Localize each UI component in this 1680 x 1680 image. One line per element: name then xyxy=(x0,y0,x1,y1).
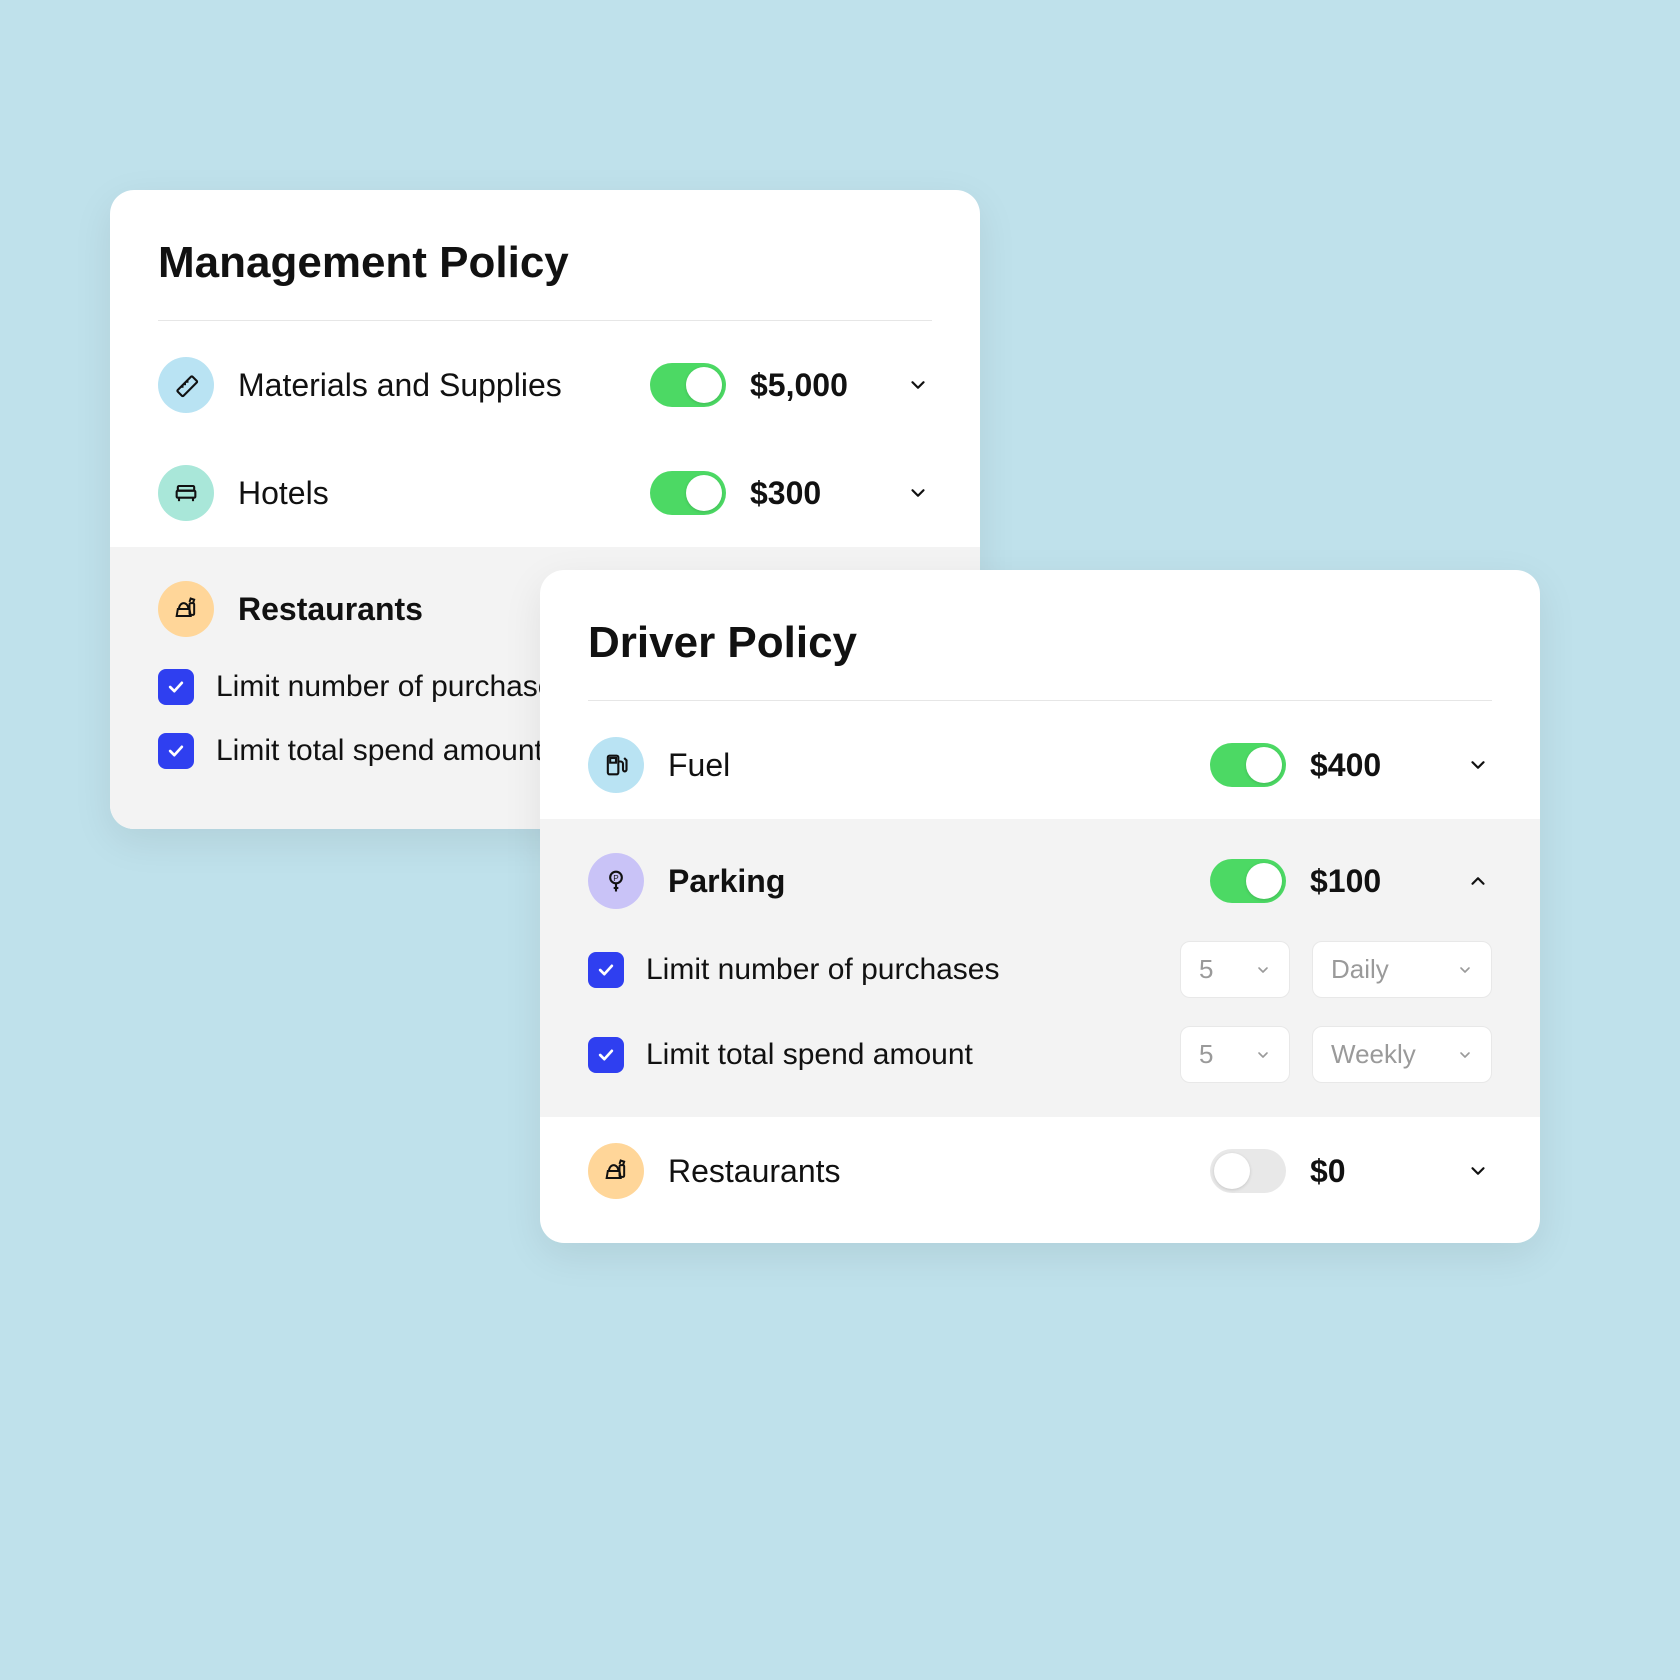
category-label: Fuel xyxy=(668,747,1186,784)
chevron-down-icon xyxy=(1255,1047,1271,1063)
fuel-pump-icon xyxy=(588,737,644,793)
chevron-down-icon[interactable] xyxy=(1464,754,1492,776)
checkbox-limit-spend[interactable] xyxy=(588,1037,624,1073)
toggle-materials[interactable] xyxy=(650,363,726,407)
category-label: Materials and Supplies xyxy=(238,367,626,404)
select-value: Daily xyxy=(1331,954,1389,985)
select-spend-count[interactable]: 5 xyxy=(1180,1026,1290,1083)
category-row-fuel: Fuel $400 xyxy=(540,701,1540,819)
driver-policy-title: Driver Policy xyxy=(540,570,1540,700)
expanded-parking: P Parking $100 Limit number of purchases… xyxy=(540,819,1540,1117)
checkbox-limit-spend[interactable] xyxy=(158,733,194,769)
amount-fuel: $400 xyxy=(1310,747,1440,784)
ruler-icon xyxy=(158,357,214,413)
chevron-down-icon[interactable] xyxy=(904,374,932,396)
select-value: Weekly xyxy=(1331,1039,1416,1070)
chevron-down-icon xyxy=(1457,1047,1473,1063)
chevron-down-icon[interactable] xyxy=(1464,1160,1492,1182)
amount-restaurants: $0 xyxy=(1310,1153,1440,1190)
limit-purchases-label: Limit number of purchases xyxy=(646,953,1158,987)
limit-spend-row: Limit total spend amount 5 Weekly xyxy=(540,1012,1540,1117)
toggle-hotels[interactable] xyxy=(650,471,726,515)
category-row-restaurants: Restaurants $0 xyxy=(540,1117,1540,1243)
category-label: Hotels xyxy=(238,475,626,512)
limit-spend-label: Limit total spend amount xyxy=(646,1038,1158,1072)
category-label: Restaurants xyxy=(668,1153,1186,1190)
food-icon xyxy=(588,1143,644,1199)
toggle-parking[interactable] xyxy=(1210,859,1286,903)
chevron-up-icon[interactable] xyxy=(1464,870,1492,892)
food-icon xyxy=(158,581,214,637)
category-row-materials: Materials and Supplies $5,000 xyxy=(110,321,980,439)
amount-hotels: $300 xyxy=(750,475,880,512)
category-row-parking: P Parking $100 xyxy=(540,819,1540,927)
parking-meter-icon: P xyxy=(588,853,644,909)
select-value: 5 xyxy=(1199,1039,1213,1070)
chevron-down-icon xyxy=(1255,962,1271,978)
bed-icon xyxy=(158,465,214,521)
category-row-hotels: Hotels $300 xyxy=(110,439,980,547)
management-policy-title: Management Policy xyxy=(110,190,980,320)
svg-text:P: P xyxy=(613,874,619,883)
select-purchases-period[interactable]: Daily xyxy=(1312,941,1492,998)
chevron-down-icon[interactable] xyxy=(904,482,932,504)
select-purchases-count[interactable]: 5 xyxy=(1180,941,1290,998)
select-value: 5 xyxy=(1199,954,1213,985)
category-label: Parking xyxy=(668,863,1186,900)
toggle-restaurants[interactable] xyxy=(1210,1149,1286,1193)
amount-parking: $100 xyxy=(1310,863,1440,900)
checkbox-limit-purchases[interactable] xyxy=(588,952,624,988)
limit-purchases-row: Limit number of purchases 5 Daily xyxy=(540,927,1540,1012)
amount-materials: $5,000 xyxy=(750,367,880,404)
driver-policy-card: Driver Policy Fuel $400 P xyxy=(540,570,1540,1243)
chevron-down-icon xyxy=(1457,962,1473,978)
checkbox-limit-purchases[interactable] xyxy=(158,669,194,705)
select-spend-period[interactable]: Weekly xyxy=(1312,1026,1492,1083)
toggle-fuel[interactable] xyxy=(1210,743,1286,787)
